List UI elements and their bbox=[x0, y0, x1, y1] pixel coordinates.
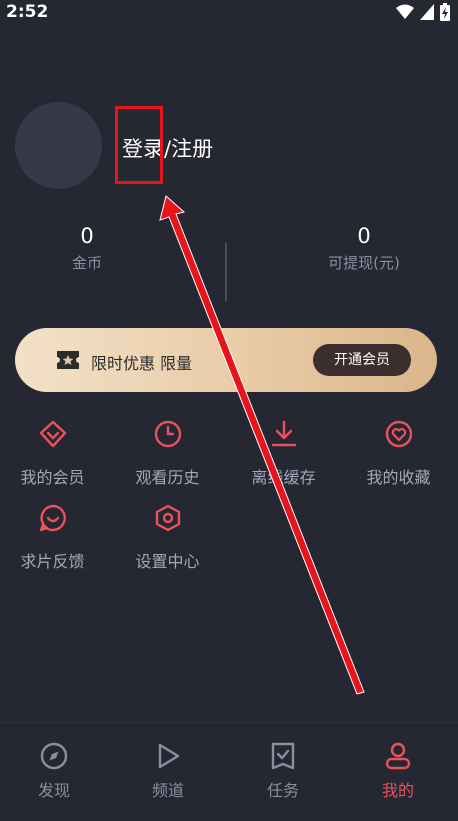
diamond-icon bbox=[39, 420, 66, 448]
battery-charging-icon bbox=[440, 3, 450, 21]
vip-promo-text: 限时优惠 限量 bbox=[91, 354, 193, 373]
tab-tasks[interactable]: 任务 bbox=[233, 741, 333, 801]
ticket-icon bbox=[57, 351, 79, 369]
stats-divider bbox=[225, 243, 227, 301]
bottom-tab-bar: 发现 频道 任务 我的 bbox=[0, 722, 458, 821]
tab-channel[interactable]: 频道 bbox=[118, 741, 218, 801]
withdrawable-value: 0 bbox=[357, 224, 371, 248]
signal-icon bbox=[420, 4, 434, 20]
hexagon-settings-icon bbox=[155, 504, 180, 532]
menu-item-label: 设置中心 bbox=[135, 552, 200, 571]
play-icon bbox=[158, 743, 180, 769]
menu-item-label: 我的收藏 bbox=[366, 468, 431, 487]
download-icon bbox=[271, 420, 296, 447]
person-icon bbox=[385, 742, 411, 770]
coins-label: 金币 bbox=[71, 254, 102, 272]
tab-discover[interactable]: 发现 bbox=[4, 741, 104, 801]
withdrawable-label: 可提现(元) bbox=[328, 254, 400, 272]
coins-stat[interactable]: 0 金币 bbox=[7, 222, 167, 273]
menu-item-request-feedback[interactable]: 求片反馈 bbox=[0, 502, 110, 572]
coins-value: 0 bbox=[80, 224, 94, 248]
menu-item-offline-cache[interactable]: 离线缓存 bbox=[226, 418, 341, 488]
tab-label: 任务 bbox=[266, 781, 299, 800]
heart-icon bbox=[385, 420, 412, 448]
tab-label: 发现 bbox=[37, 781, 70, 800]
withdrawable-stat[interactable]: 0 可提现(元) bbox=[284, 222, 444, 273]
menu-item-history[interactable]: 观看历史 bbox=[110, 418, 225, 488]
status-time: 2:52 bbox=[6, 2, 49, 22]
tab-label: 我的 bbox=[381, 781, 414, 800]
menu-item-membership[interactable]: 我的会员 bbox=[0, 418, 110, 488]
clock-icon bbox=[154, 420, 181, 448]
register-link[interactable]: 注册 bbox=[171, 137, 213, 161]
avatar[interactable] bbox=[15, 102, 102, 189]
menu-item-settings[interactable]: 设置中心 bbox=[110, 502, 225, 572]
tab-label: 频道 bbox=[151, 781, 184, 800]
menu-item-label: 求片反馈 bbox=[20, 552, 85, 571]
menu-item-label: 观看历史 bbox=[135, 468, 200, 487]
compass-icon bbox=[40, 742, 68, 770]
status-icons bbox=[396, 3, 450, 21]
menu-item-favorites[interactable]: 我的收藏 bbox=[341, 418, 456, 488]
tab-mine[interactable]: 我的 bbox=[348, 741, 448, 801]
smile-chat-icon bbox=[39, 504, 66, 532]
menu-item-label: 离线缓存 bbox=[251, 468, 316, 487]
annotation-highlight-box bbox=[115, 106, 163, 184]
wifi-icon bbox=[396, 4, 414, 19]
status-bar: 2:52 bbox=[0, 0, 458, 24]
menu-item-label: 我的会员 bbox=[20, 468, 85, 487]
checklist-icon bbox=[271, 742, 295, 770]
open-vip-button[interactable]: 开通会员 bbox=[313, 344, 411, 376]
vip-banner[interactable]: 限时优惠 限量 开通会员 bbox=[15, 328, 437, 392]
